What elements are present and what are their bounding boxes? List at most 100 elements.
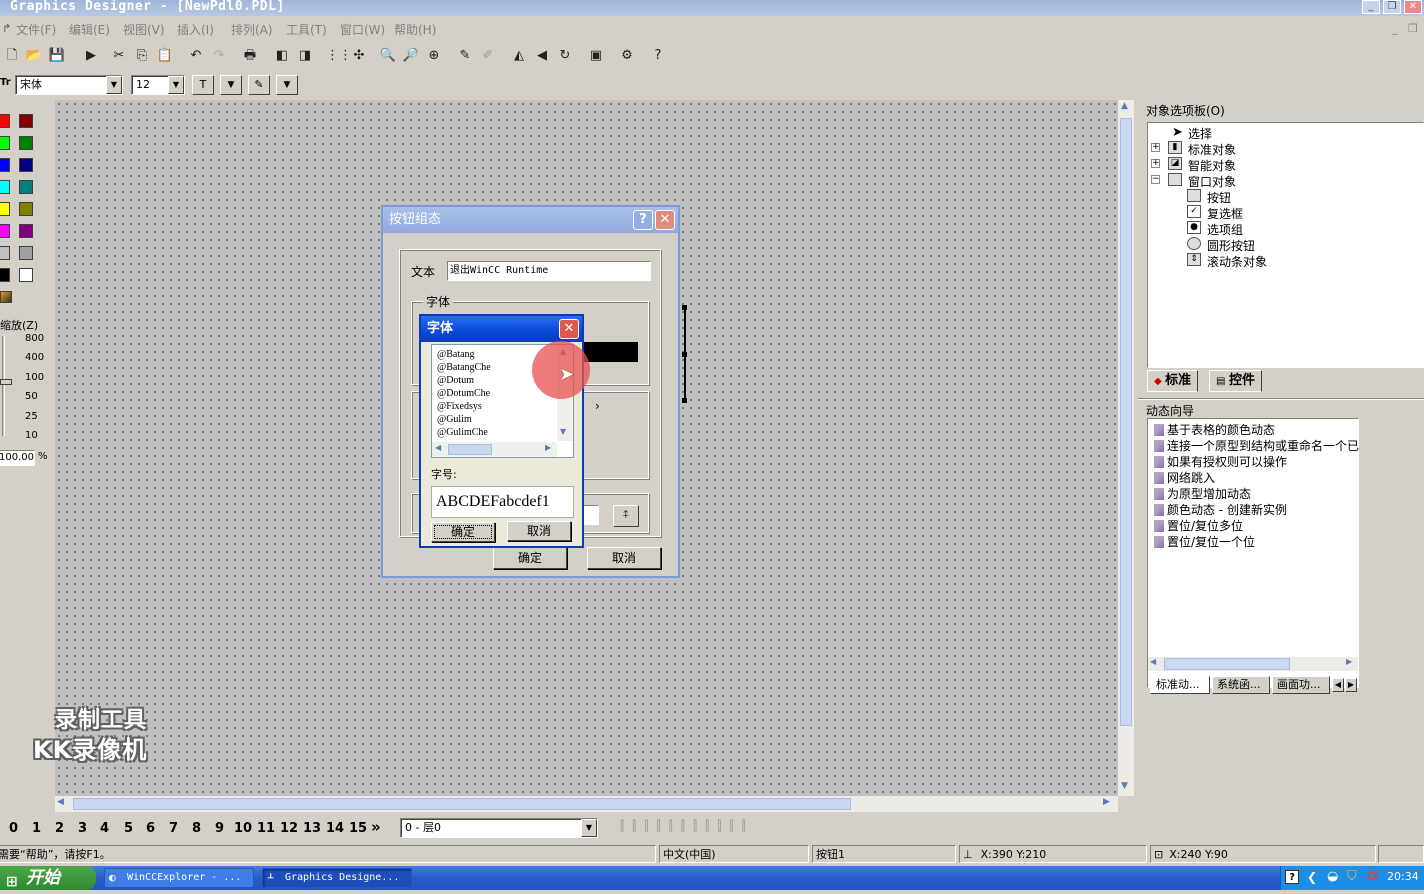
wizard-tab-picture[interactable]: 画面功... [1272, 676, 1330, 694]
font-name-combo[interactable]: 宋体 ▼ [15, 75, 123, 95]
ok-button[interactable]: 确定 [493, 547, 567, 569]
color-swatch-cyan[interactable] [0, 180, 10, 194]
layer-button-3[interactable]: 3 [78, 821, 87, 836]
tab-scroll-left-icon[interactable]: ◀ [1332, 678, 1344, 692]
wizard-item[interactable]: 连接一个原型到结构或重命名一个已 [1154, 437, 1359, 454]
color-swatch-white[interactable] [19, 268, 33, 282]
wizard-item[interactable]: 如果有授权则可以操作 [1154, 453, 1287, 470]
text-color-dropdown[interactable]: ▼ [220, 75, 242, 95]
font-scroll-thumb[interactable] [448, 444, 492, 455]
tree-item-checkbox[interactable]: 复选框 [1207, 205, 1243, 222]
tree-item-round-button[interactable]: 圆形按钮 [1207, 237, 1255, 254]
browse-button[interactable]: ⍏ [613, 505, 639, 527]
scroll-up-icon[interactable]: ▲ [1121, 101, 1128, 111]
menu-tools[interactable]: 工具(T) [286, 21, 327, 38]
wizard-item[interactable]: 为原型增加动态 [1154, 485, 1251, 502]
wizard-hscrollbar[interactable]: ◀ ▶ [1148, 657, 1358, 671]
layer-button-5[interactable]: 5 [124, 821, 133, 836]
zoom-slider-handle[interactable] [0, 379, 12, 385]
fill-color-button[interactable]: ✎ [248, 75, 270, 95]
font-list-item[interactable]: @Batang [437, 348, 475, 361]
layer-button-11[interactable]: 11 [257, 821, 275, 836]
horizontal-scroll-thumb[interactable] [73, 798, 851, 810]
wizard-tab-standard[interactable]: 标准动... [1150, 676, 1210, 694]
font-list-item[interactable]: @Dotum [437, 374, 474, 387]
chevron-right-icon[interactable]: › [595, 399, 600, 413]
layer-button-15[interactable]: 15 [349, 821, 367, 836]
color-swatch-green[interactable] [19, 136, 33, 150]
mirror-vertical-icon[interactable]: ◭ [509, 46, 529, 66]
font-list-item[interactable]: @BatangChe [437, 361, 491, 374]
print-icon[interactable]: 🖶 [240, 46, 260, 66]
help-tray-icon[interactable]: ? [1285, 870, 1299, 884]
color-swatch-teal[interactable] [19, 180, 33, 194]
layer-button-2[interactable]: 2 [55, 821, 64, 836]
menu-insert[interactable]: 插入(I) [177, 21, 214, 38]
menu-edit[interactable]: 编辑(E) [69, 21, 110, 38]
wizard-item[interactable]: 置位/复位一个位 [1154, 533, 1255, 550]
zoom-value-field[interactable]: 100.000 [0, 450, 35, 466]
scroll-left-icon[interactable]: ◀ [1150, 657, 1156, 666]
tree-item-select[interactable]: 选择 [1188, 125, 1212, 142]
chevron-down-icon[interactable]: ▼ [106, 76, 122, 94]
new-icon[interactable]: 🗋 [2, 46, 22, 66]
zoom-fit-icon[interactable]: ⊕ [424, 46, 444, 66]
align-toolbar-icons[interactable]: ⫿⫿⫿⫿⫿⫿⫿⫿⫿⫿⫿ [620, 819, 754, 834]
wizard-tab-system[interactable]: 系统函... [1212, 676, 1270, 694]
tree-item-scrollbar-object[interactable]: 滚动条对象 [1207, 253, 1267, 270]
font-size-combo[interactable]: 12 ▼ [131, 75, 185, 95]
chevron-down-icon[interactable]: ▼ [168, 76, 184, 94]
layer-button-7[interactable]: 7 [169, 821, 178, 836]
open-icon[interactable]: 📂 [24, 46, 44, 66]
layer-button-4[interactable]: 4 [100, 821, 109, 836]
custom-color-icon[interactable] [0, 291, 12, 303]
mdi-restore-button[interactable]: ❐ [1408, 22, 1418, 35]
color-swatch-gray[interactable] [19, 246, 33, 260]
color-swatch-magenta[interactable] [0, 224, 10, 238]
mirror-horizontal-icon[interactable]: ◀ [532, 46, 552, 66]
layer-select[interactable]: 0 - 层0 ▼ [400, 818, 598, 838]
bring-front-icon[interactable]: ◧ [272, 46, 292, 66]
zoom-level-10[interactable]: 10 [25, 430, 38, 441]
paste-icon[interactable]: 📋 [155, 46, 175, 66]
eyedropper-icon[interactable]: ✎ [455, 46, 475, 66]
color-preview-box[interactable] [583, 342, 638, 362]
zoom-level-100[interactable]: 100 [25, 372, 44, 383]
layer-button-0[interactable]: 0 [9, 821, 18, 836]
selection-handle[interactable] [682, 352, 687, 357]
zoom-out-icon[interactable]: 🔎 [401, 46, 421, 66]
properties-icon[interactable]: ▣ [586, 46, 606, 66]
menu-help[interactable]: 帮助(H) [394, 21, 436, 38]
wizard-item[interactable]: 基于表格的颜色动态 [1154, 421, 1275, 438]
undo-icon[interactable]: ↶ [186, 46, 206, 66]
help-button[interactable]: ? [633, 210, 653, 230]
zoom-in-icon[interactable]: 🔍 [378, 46, 398, 66]
menu-file[interactable]: 文件(F) [16, 21, 56, 38]
zoom-slider-track[interactable] [2, 336, 5, 436]
scroll-down-icon[interactable]: ▼ [1121, 781, 1128, 791]
snap-icon[interactable]: ✣ [349, 46, 369, 66]
layer-button-13[interactable]: 13 [303, 821, 321, 836]
minimize-button[interactable]: _ [1362, 0, 1380, 14]
zoom-level-400[interactable]: 400 [25, 352, 44, 363]
close-icon[interactable]: ✕ [559, 319, 579, 339]
ime-tray-icon[interactable]: ❮ [1307, 870, 1317, 884]
text-input[interactable]: 退出WinCC Runtime [447, 261, 651, 281]
network-tray-icon[interactable]: ◒ [1327, 869, 1338, 884]
color-swatch-silver[interactable] [0, 246, 10, 260]
zoom-level-25[interactable]: 25 [25, 411, 38, 422]
tab-controls[interactable]: ▤ 控件 [1209, 370, 1262, 392]
paint-icon[interactable]: ✐ [478, 46, 498, 66]
zoom-level-50[interactable]: 50 [25, 391, 38, 402]
redo-icon[interactable]: ↷ [209, 46, 229, 66]
expand-icon[interactable]: + [1151, 143, 1160, 152]
close-icon[interactable]: ✕ [655, 210, 675, 230]
scroll-right-icon[interactable]: ▶ [545, 443, 551, 452]
menu-arrange[interactable]: 排列(A) [231, 21, 273, 38]
mdi-minimize-button[interactable]: _ [1392, 22, 1398, 35]
font-list-item[interactable]: @GulimChe [437, 426, 488, 439]
font-list-item[interactable]: @DotumChe [437, 387, 490, 400]
zoom-level-800[interactable]: 800 [25, 333, 44, 344]
restore-button[interactable]: ❐ [1383, 0, 1401, 14]
color-swatch-yellow[interactable] [0, 202, 10, 216]
